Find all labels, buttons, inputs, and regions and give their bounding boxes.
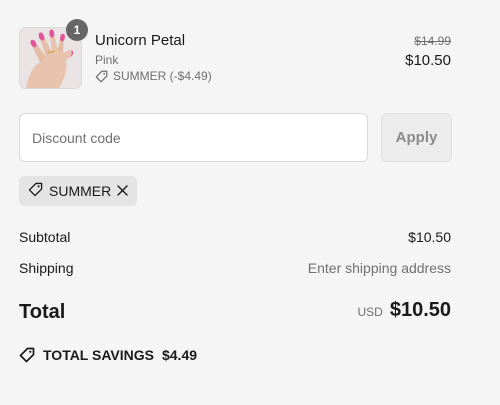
applied-discount-tag: SUMMER <box>19 176 137 206</box>
apply-button[interactable]: Apply <box>381 113 452 162</box>
total-amount: $10.50 <box>389 299 451 321</box>
total-value-group: USD $10.50 <box>357 299 451 322</box>
subtotal-value: $10.50 <box>408 229 451 245</box>
product-discount: SUMMER (-$4.49) <box>95 69 212 83</box>
product-name: Unicorn Petal <box>95 32 186 49</box>
order-summary: 1 Unicorn Petal Pink SUMMER (-$4.49) $14… <box>0 0 500 405</box>
discount-code-input[interactable] <box>19 113 368 162</box>
product-thumbnail-wrapper: 1 <box>19 19 88 89</box>
total-label: Total <box>19 301 66 323</box>
subtotal-label: Subtotal <box>19 229 71 245</box>
current-price: $10.50 <box>405 52 451 69</box>
savings-label: TOTAL SAVINGS <box>43 347 154 363</box>
product-discount-label: SUMMER (-$4.49) <box>113 69 212 83</box>
original-price: $14.99 <box>414 34 451 48</box>
savings-value: $4.49 <box>161 347 198 363</box>
close-icon[interactable] <box>117 183 128 199</box>
shipping-label: Shipping <box>19 260 74 276</box>
tag-icon <box>28 182 43 200</box>
tag-icon <box>19 347 35 363</box>
applied-discount-code: SUMMER <box>49 183 112 199</box>
product-variant: Pink <box>95 53 119 67</box>
currency-code: USD <box>357 305 383 319</box>
shipping-value: Enter shipping address <box>307 260 451 276</box>
total-savings: TOTAL SAVINGS $4.49 <box>19 347 197 363</box>
quantity-badge: 1 <box>66 19 88 41</box>
tag-icon <box>95 70 108 83</box>
